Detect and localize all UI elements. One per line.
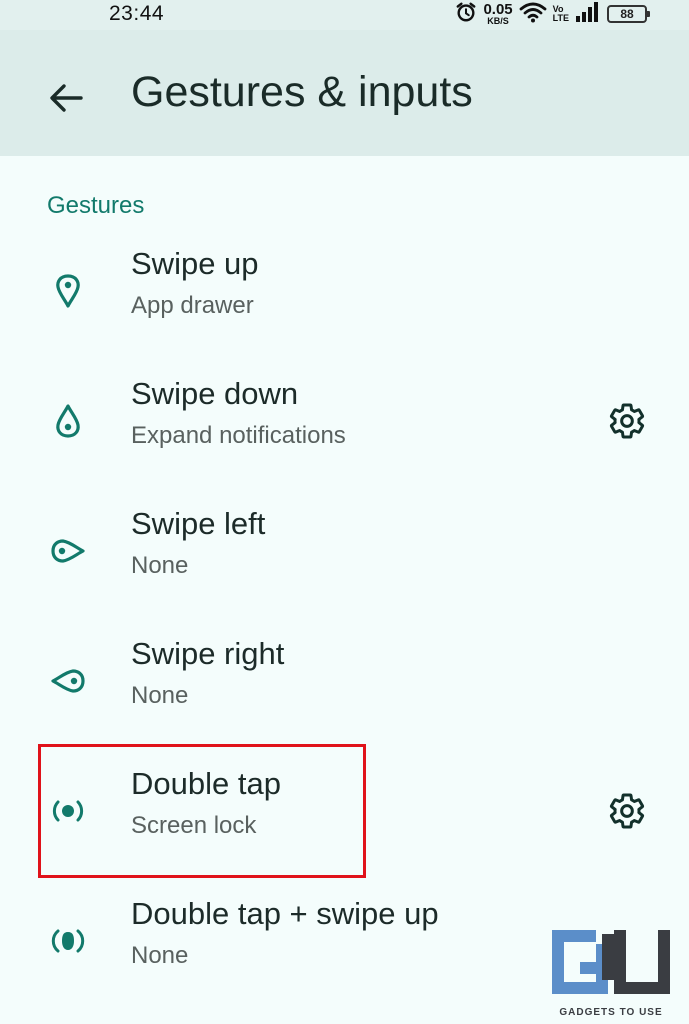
signal-icon bbox=[575, 1, 601, 27]
gesture-item-swipe-right[interactable]: Swipe right None bbox=[0, 616, 689, 746]
item-title: Double tap bbox=[131, 766, 281, 801]
swipe-right-icon bbox=[50, 616, 86, 746]
swipe-left-icon bbox=[50, 486, 86, 616]
section-header-gestures: Gestures bbox=[47, 192, 145, 219]
swipe-up-icon bbox=[50, 226, 86, 356]
item-title: Swipe down bbox=[131, 376, 299, 411]
back-button[interactable] bbox=[44, 76, 88, 120]
gesture-item-swipe-down[interactable]: Swipe down Expand notifications bbox=[0, 356, 689, 486]
volte-indicator: Vo LTE bbox=[553, 5, 569, 23]
item-subtitle: None bbox=[131, 682, 189, 709]
item-title: Double tap + swipe up bbox=[131, 896, 439, 931]
alarm-icon bbox=[455, 1, 477, 28]
item-subtitle: None bbox=[131, 552, 189, 579]
item-subtitle: None bbox=[131, 942, 189, 969]
item-title: Swipe up bbox=[131, 246, 259, 281]
battery-level: 88 bbox=[620, 7, 634, 21]
item-title: Swipe right bbox=[131, 636, 285, 671]
watermark-logo: GADGETS TO USE bbox=[544, 926, 678, 1020]
gesture-item-swipe-up[interactable]: Swipe up App drawer bbox=[0, 226, 689, 356]
gear-icon bbox=[609, 793, 645, 829]
wifi-icon bbox=[519, 1, 547, 28]
network-speed-value: 0.05 bbox=[483, 1, 513, 18]
status-icons: 0.05 KB/S Vo LTE 88 bbox=[455, 0, 650, 28]
item-title: Swipe left bbox=[131, 506, 266, 541]
item-subtitle: App drawer bbox=[131, 292, 254, 319]
double-tap-swipe-up-icon bbox=[50, 876, 86, 1006]
item-subtitle: Expand notifications bbox=[131, 422, 346, 449]
gesture-item-swipe-left[interactable]: Swipe left None bbox=[0, 486, 689, 616]
double-tap-settings-button[interactable] bbox=[607, 791, 647, 831]
network-speed: 0.05 KB/S bbox=[483, 2, 512, 26]
gesture-item-double-tap[interactable]: Double tap Screen lock bbox=[0, 746, 689, 876]
battery-icon: 88 bbox=[607, 5, 650, 23]
app-bar: Gestures & inputs bbox=[0, 30, 689, 156]
item-subtitle: Screen lock bbox=[131, 812, 257, 839]
swipe-down-icon bbox=[50, 356, 86, 486]
status-time: 23:44 bbox=[109, 2, 165, 25]
gadgets-to-use-logo-icon bbox=[552, 930, 670, 994]
status-bar: 23:44 0.05 KB/S Vo LTE 88 bbox=[0, 0, 689, 30]
page-title: Gestures & inputs bbox=[131, 68, 473, 116]
gear-icon bbox=[609, 403, 645, 439]
swipe-down-settings-button[interactable] bbox=[607, 401, 647, 441]
back-arrow-icon bbox=[50, 84, 83, 112]
double-tap-icon bbox=[50, 746, 86, 876]
volte-bottom: LTE bbox=[552, 13, 569, 23]
watermark-text: GADGETS TO USE bbox=[559, 1007, 663, 1018]
network-speed-unit: KB/S bbox=[487, 16, 509, 26]
